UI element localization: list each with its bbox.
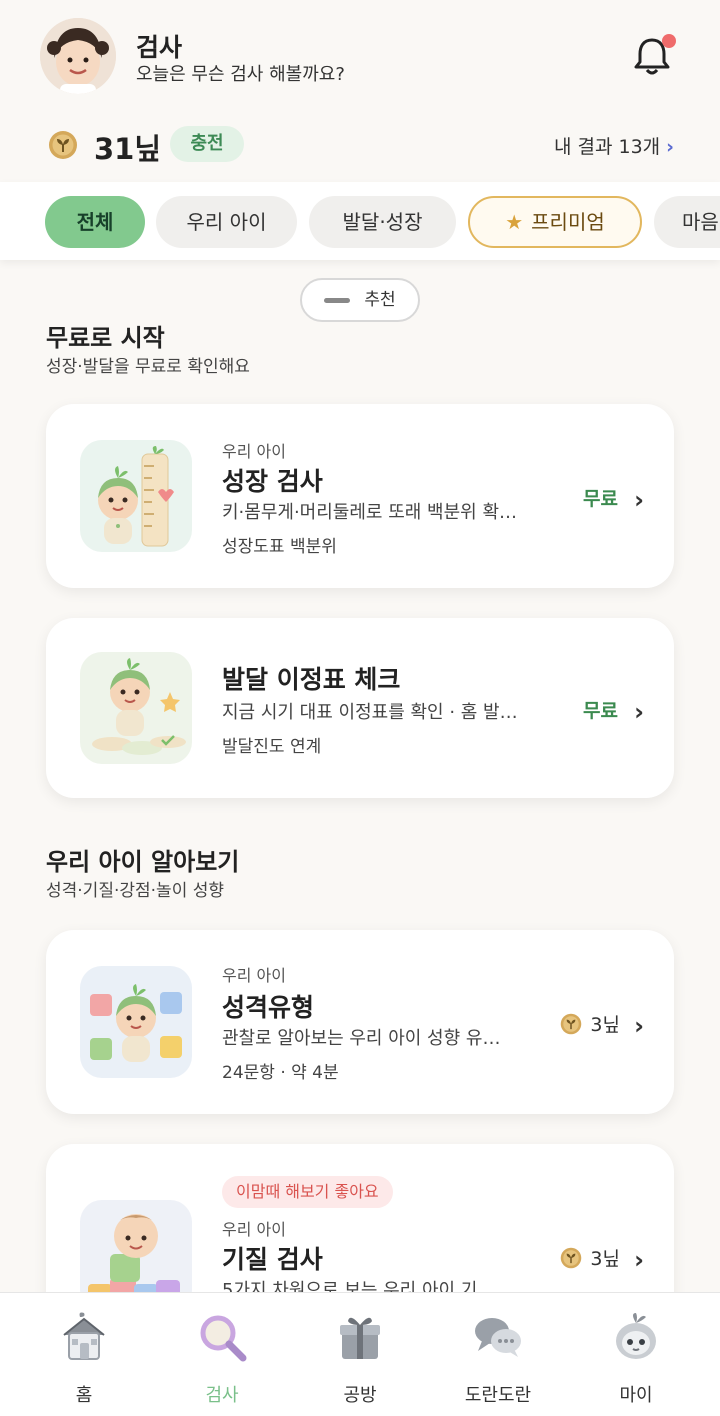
child-avatar-icon — [40, 18, 116, 94]
price-value: 3닢 — [590, 1248, 620, 1270]
card-description: 지금 시기 대표 이정표를 확인 · 홈 발… — [222, 702, 518, 723]
card-title: 기질 검사 — [222, 1245, 323, 1274]
chevron-right-icon: › — [634, 698, 644, 726]
drag-handle-icon — [324, 297, 351, 303]
test-card-growth[interactable]: 우리 아이 성장 검사 키·몸무게·머리둘레로 또래 백분위 확… 성장도표 백… — [46, 404, 674, 588]
my-results-link[interactable]: 내 결과 13개 › — [554, 132, 674, 159]
puzzle-baby-icon — [80, 966, 192, 1078]
charge-button[interactable]: 충전 — [170, 126, 244, 162]
milestone-baby-icon — [80, 652, 192, 764]
coin-balance: 31닢 — [94, 132, 162, 166]
nav-label: 마이 — [619, 1385, 653, 1406]
tab-all[interactable]: 전체 — [45, 196, 145, 248]
card-meta: 성장도표 백분위 — [222, 537, 337, 557]
nav-home[interactable]: 홈 — [12, 1305, 156, 1406]
nav-my[interactable]: 마이 — [564, 1305, 708, 1406]
section-title: 무료로 시작 — [46, 324, 165, 352]
test-card-personality[interactable]: 우리 아이 성격유형 관찰로 알아보는 우리 아이 성향 유… 24문항 · 약… — [46, 930, 674, 1114]
price-label: 3닢 — [560, 1244, 620, 1271]
card-category: 우리 아이 — [222, 966, 286, 985]
recommend-label: 추천 — [364, 290, 396, 310]
notification-dot — [662, 34, 676, 48]
card-meta: 발달진도 연계 — [222, 737, 322, 757]
nav-label: 도란도란 — [464, 1385, 532, 1406]
wallet-row: 31닢 충전 내 결과 13개 › — [0, 118, 720, 170]
growth-ruler-baby-icon — [80, 440, 192, 552]
chevron-right-icon: › — [634, 1246, 644, 1274]
bottom-nav: 홈 검사 공방 도란도란 마이 — [0, 1292, 720, 1416]
card-meta: 24문항 · 약 4분 — [222, 1063, 339, 1083]
chevron-right-icon: › — [666, 136, 674, 158]
nav-test[interactable]: 검사 — [150, 1305, 294, 1406]
house-icon — [63, 1312, 105, 1360]
card-category: 우리 아이 — [222, 1220, 286, 1239]
page-title: 검사 — [136, 33, 183, 62]
chevron-right-icon: › — [634, 1012, 644, 1040]
nav-workshop[interactable]: 공방 — [288, 1305, 432, 1406]
header: 검사 오늘은 무슨 검사 해볼까요? — [0, 0, 720, 110]
star-icon: ★ — [505, 210, 524, 234]
test-card-milestone[interactable]: 발달 이정표 체크 지금 시기 대표 이정표를 확인 · 홈 발… 발달진도 연… — [46, 618, 674, 798]
chat-bubbles-icon — [475, 1318, 521, 1357]
price-label: 3닢 — [560, 1010, 620, 1037]
card-title: 성격유형 — [222, 993, 315, 1022]
recommend-toggle[interactable]: 추천 — [300, 278, 420, 322]
price-label: 무료 — [583, 700, 618, 722]
nav-community[interactable]: 도란도란 — [426, 1305, 570, 1406]
magnifier-icon — [200, 1315, 247, 1362]
avatar[interactable] — [40, 18, 116, 94]
sprout-coin-icon — [49, 131, 77, 159]
section-subtitle: 성장·발달을 무료로 확인해요 — [46, 357, 250, 377]
nav-label: 홈 — [75, 1385, 93, 1406]
card-description: 관찰로 알아보는 우리 아이 성향 유… — [222, 1028, 501, 1049]
mascot-icon — [616, 1313, 656, 1359]
price-value: 3닢 — [590, 1014, 620, 1036]
section-title: 우리 아이 알아보기 — [46, 848, 240, 876]
card-category: 우리 아이 — [222, 442, 286, 461]
sprout-coin-icon — [561, 1013, 582, 1035]
page-subtitle: 오늘은 무슨 검사 해볼까요? — [136, 64, 345, 85]
tab-mind[interactable]: 마음 — [654, 196, 720, 248]
chevron-right-icon: › — [634, 486, 644, 514]
price-label: 무료 — [583, 488, 618, 510]
card-title: 성장 검사 — [222, 467, 323, 496]
tab-development-growth[interactable]: 발달·성장 — [309, 196, 456, 248]
recommend-badge: 이맘때 해보기 좋아요 — [222, 1176, 393, 1208]
category-tabs: 전체 우리 아이 발달·성장 ★ 프리미엄 마음 — [0, 182, 720, 260]
tab-premium-label: 프리미엄 — [531, 210, 605, 234]
nav-label: 검사 — [205, 1385, 239, 1406]
gift-box-icon — [340, 1317, 380, 1359]
sprout-coin-icon — [561, 1247, 582, 1269]
tab-premium[interactable]: ★ 프리미엄 — [468, 196, 642, 248]
card-description: 키·몸무게·머리둘레로 또래 백분위 확… — [222, 502, 518, 523]
section-subtitle: 성격·기질·강점·놀이 성향 — [46, 881, 225, 901]
card-title: 발달 이정표 체크 — [222, 665, 401, 694]
my-results-label: 내 결과 13개 — [553, 136, 661, 158]
tab-our-child[interactable]: 우리 아이 — [156, 196, 297, 248]
nav-label: 공방 — [343, 1385, 377, 1406]
